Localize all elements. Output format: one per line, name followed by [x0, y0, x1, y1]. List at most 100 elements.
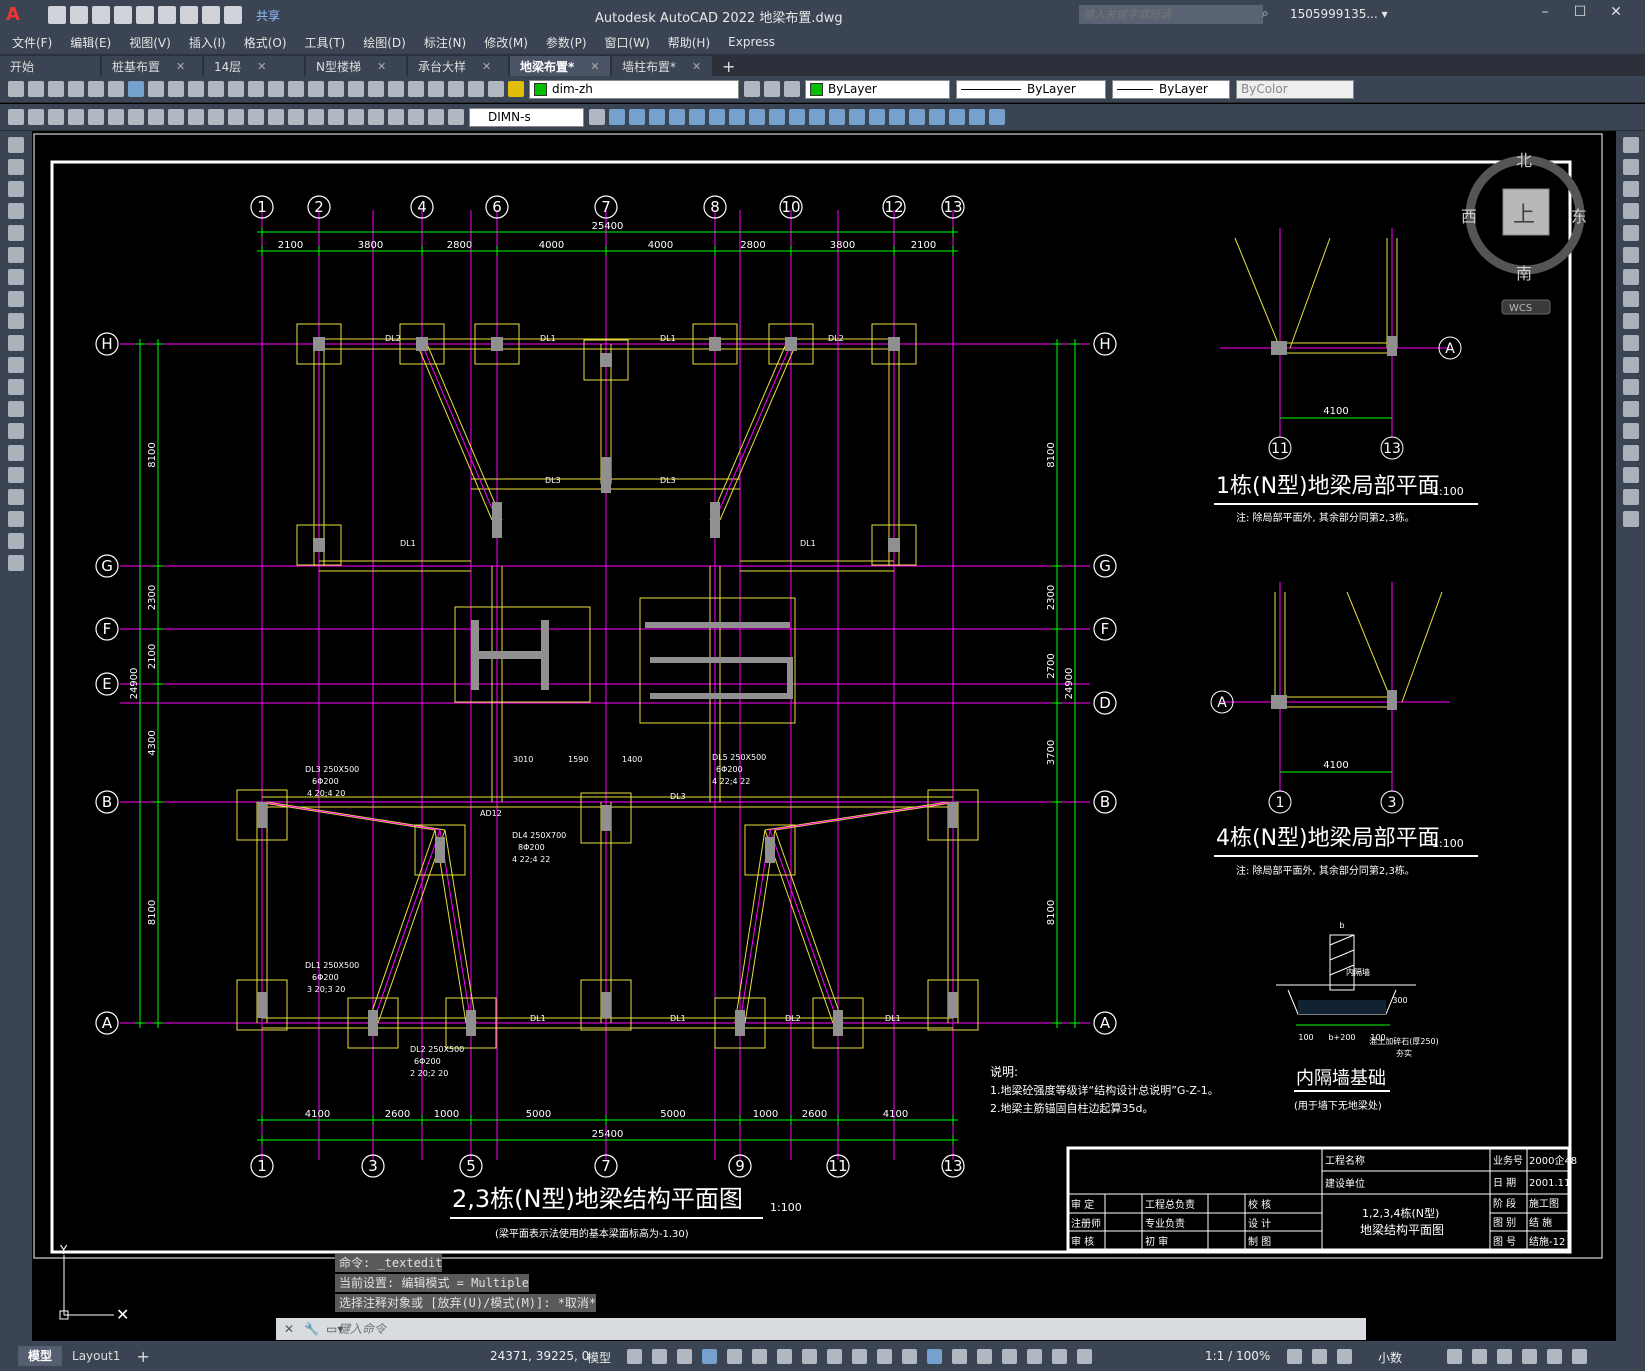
dim-space-icon[interactable] [288, 109, 304, 125]
erase-icon[interactable] [1622, 137, 1639, 153]
annotation-scale[interactable]: 1:1 / 100% [1205, 1349, 1270, 1363]
revcloud-icon[interactable] [8, 291, 24, 307]
fillet-icon[interactable] [1622, 467, 1639, 483]
redo-icon[interactable] [224, 6, 242, 24]
dim-break-icon[interactable] [308, 109, 324, 125]
aligned-dim-icon[interactable] [88, 109, 104, 125]
selection-cycling-icon[interactable] [902, 1349, 917, 1364]
block-editor-icon[interactable] [228, 81, 244, 97]
tool-icon[interactable] [709, 109, 725, 125]
continue-dim-icon[interactable] [268, 109, 284, 125]
center-mark-icon[interactable] [348, 109, 364, 125]
save-web-icon[interactable] [158, 6, 176, 24]
zoom-realtime-icon[interactable] [308, 81, 324, 97]
tool-icon[interactable] [809, 109, 825, 125]
plus-icon[interactable] [1312, 1349, 1327, 1364]
hatch-icon[interactable] [8, 445, 24, 461]
make-current-icon[interactable] [744, 81, 760, 97]
object-snap-icon[interactable] [827, 1349, 842, 1364]
tab-layout1[interactable]: Layout1 [62, 1346, 130, 1366]
auto-scale-icon[interactable] [1052, 1349, 1067, 1364]
save-icon[interactable] [48, 81, 64, 97]
dynamic-input-icon[interactable] [702, 1349, 717, 1364]
color-dropdown[interactable]: ByLayer [805, 79, 950, 99]
markup-icon[interactable] [448, 81, 464, 97]
tool-icon[interactable] [48, 109, 64, 125]
close-cmdline-icon[interactable]: ✕ [284, 1322, 294, 1336]
plot-icon[interactable] [68, 81, 84, 97]
close-icon[interactable]: ✕ [377, 60, 386, 73]
spline-icon[interactable] [8, 313, 24, 329]
transparency-icon[interactable] [877, 1349, 892, 1364]
join-icon[interactable] [1622, 423, 1639, 439]
ortho-icon[interactable] [727, 1349, 742, 1364]
new-tab-icon[interactable]: + [722, 57, 735, 76]
copy-object-icon[interactable] [1622, 159, 1639, 175]
array-icon[interactable] [1622, 225, 1639, 241]
annotation-visibility-icon[interactable] [1027, 1349, 1042, 1364]
dim-text-edit-icon[interactable] [428, 109, 444, 125]
polar-icon[interactable] [752, 1349, 767, 1364]
viewcube-north[interactable]: 北 [1516, 151, 1532, 170]
layer-state-icon[interactable] [784, 81, 800, 97]
tool-icon[interactable] [669, 109, 685, 125]
annotation-scale-icon[interactable] [1077, 1349, 1092, 1364]
blend-icon[interactable] [1622, 489, 1639, 505]
qnew-icon[interactable] [8, 81, 24, 97]
zoom-window-icon[interactable] [328, 81, 344, 97]
properties-icon[interactable] [368, 81, 384, 97]
viewcube-east[interactable]: 东 [1571, 207, 1587, 226]
viewcube-south[interactable]: 南 [1516, 264, 1532, 283]
construction-line-icon[interactable] [8, 159, 24, 175]
move-icon[interactable] [1622, 247, 1639, 263]
autocad-logo-icon[interactable]: A [6, 4, 28, 26]
save-icon[interactable] [92, 6, 110, 24]
units-dropdown[interactable]: 小数 [1378, 1349, 1402, 1366]
layer-previous-icon[interactable] [764, 81, 780, 97]
search-icon[interactable]: ⌕ [1262, 6, 1269, 21]
match-prop-icon[interactable] [208, 81, 224, 97]
menu-modify[interactable]: 修改(M) [484, 34, 528, 51]
tool-icon[interactable] [989, 109, 1005, 125]
sheet-set-icon[interactable] [428, 81, 444, 97]
extend-icon[interactable] [1622, 357, 1639, 373]
scale-icon[interactable] [1622, 291, 1639, 307]
tool-icon[interactable] [749, 109, 765, 125]
tool-palette-icon[interactable] [408, 81, 424, 97]
tool-icon[interactable] [629, 109, 645, 125]
search-input[interactable] [1079, 5, 1263, 24]
minimize-icon[interactable]: – [1533, 4, 1557, 20]
gradient-icon[interactable] [8, 467, 24, 483]
polygon-icon[interactable] [8, 203, 24, 219]
paste-icon[interactable] [188, 81, 204, 97]
mtext-icon[interactable] [8, 533, 24, 549]
quick-dim-icon[interactable] [228, 109, 244, 125]
tool-icon[interactable] [849, 109, 865, 125]
explode-icon[interactable] [1622, 511, 1639, 527]
diameter-dim-icon[interactable] [188, 109, 204, 125]
layer-dropdown[interactable]: dim-zh [529, 79, 739, 99]
tab-wall-column[interactable]: 墙柱布置* ✕ [612, 56, 712, 76]
baseline-dim-icon[interactable] [248, 109, 264, 125]
jogged-dim-icon[interactable] [168, 109, 184, 125]
grid-icon[interactable] [627, 1349, 642, 1364]
menu-window[interactable]: 窗口(W) [605, 34, 650, 51]
close-icon[interactable]: ✕ [257, 60, 266, 73]
rectangle-icon[interactable] [8, 225, 24, 241]
snap-icon[interactable] [652, 1349, 667, 1364]
help-icon[interactable] [488, 81, 504, 97]
ordinate-dim-icon[interactable] [128, 109, 144, 125]
zoom-previous-icon[interactable] [348, 81, 364, 97]
model-space-toggle[interactable]: 模型 [587, 1349, 611, 1366]
jogged-linear-icon[interactable] [388, 109, 404, 125]
tab-n-stair[interactable]: N型楼梯 ✕ [306, 56, 406, 76]
maximize-icon[interactable]: ☐ [1568, 4, 1592, 20]
object-snap-tracking-icon[interactable] [802, 1349, 817, 1364]
recent-commands-icon[interactable]: ▭▾ [326, 1322, 343, 1336]
graphics-performance-icon[interactable] [1522, 1349, 1537, 1364]
clean-screen-icon[interactable] [1547, 1349, 1562, 1364]
stretch-icon[interactable] [1622, 313, 1639, 329]
close-icon[interactable]: ✕ [590, 60, 599, 73]
add-layout-icon[interactable]: + [136, 1347, 149, 1366]
menu-draw[interactable]: 绘图(D) [363, 34, 406, 51]
